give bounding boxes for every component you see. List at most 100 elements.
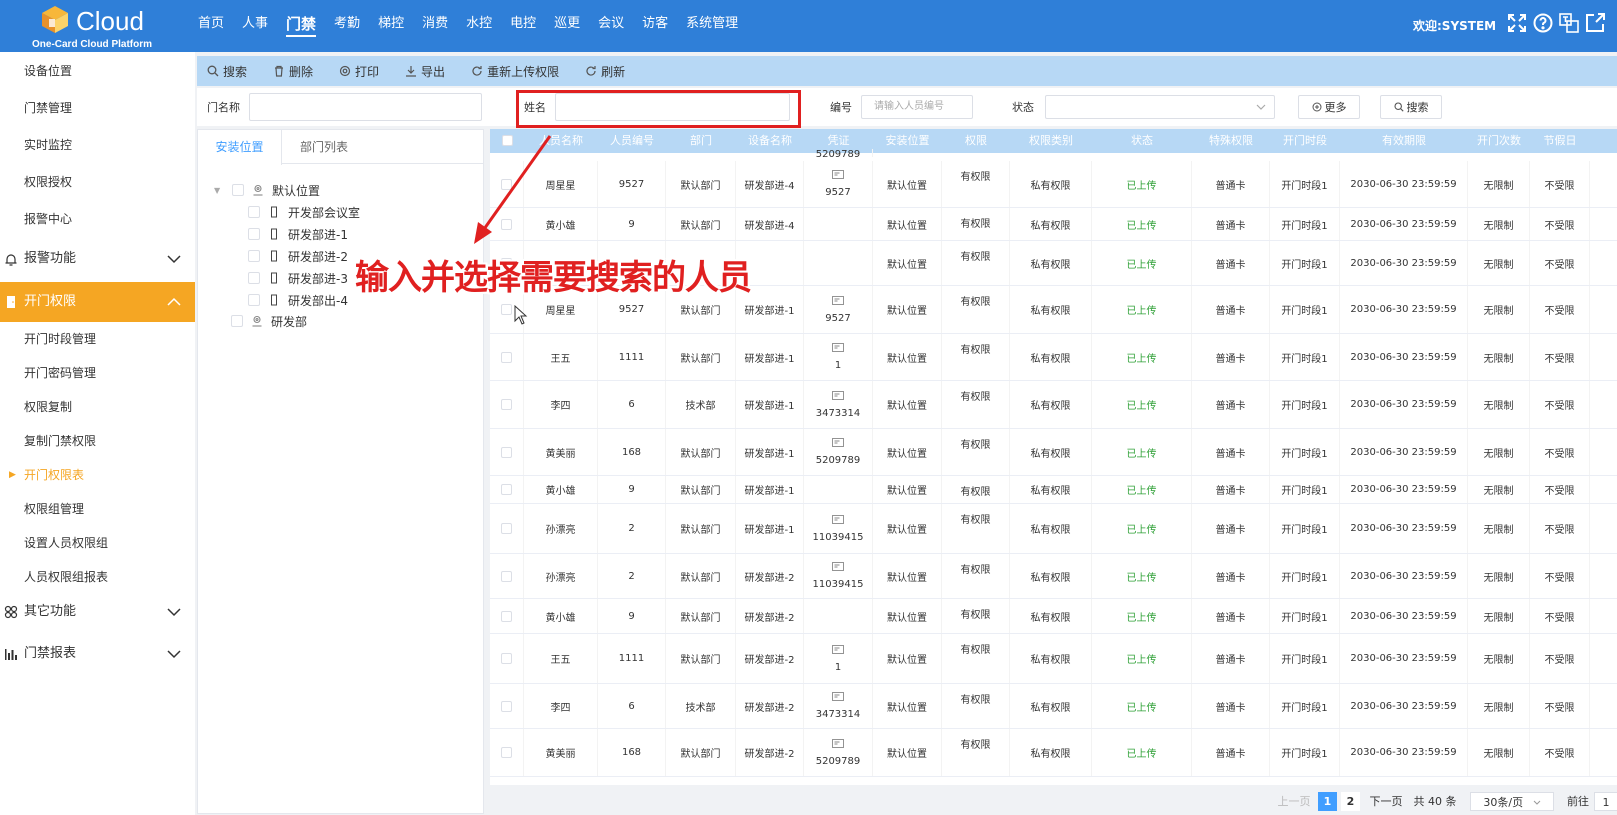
tree-checkbox[interactable] (248, 272, 260, 284)
nav-item-10[interactable]: 访客 (642, 0, 668, 48)
tab-install-location[interactable]: 安装位置 (198, 130, 282, 165)
sidebar-group-report[interactable]: 门禁报表 (0, 634, 195, 674)
sidebar-item-permission-group[interactable]: 权限组管理 (0, 492, 195, 526)
sidebar-group-door-permission[interactable]: 开门权限 (0, 282, 195, 322)
row-checkbox[interactable] (501, 484, 512, 495)
logo[interactable]: Cloud One-Card Cloud Platform (30, 4, 195, 50)
sidebar-item-door-management[interactable]: 门禁管理 (0, 91, 195, 125)
table-row[interactable]: 李四 6 技术部 研发部进-1 3473314 默认位置 有权限 私有权限 已上传 普通卡 开门时段… (490, 381, 1617, 429)
language-icon[interactable] (1558, 12, 1580, 34)
delete-button[interactable]: 删除 (273, 63, 313, 80)
tree-node-child[interactable]: 研发部进-1 (248, 224, 348, 244)
nav-item-4[interactable]: 梯控 (378, 0, 404, 48)
sidebar-item-person-group-report[interactable]: 人员权限组报表 (0, 560, 195, 594)
row-checkbox[interactable] (501, 218, 512, 230)
sidebar-item-realtime-monitor[interactable]: 实时监控 (0, 128, 195, 162)
row-checkbox[interactable] (501, 610, 512, 622)
door-name-input[interactable] (249, 93, 482, 121)
row-checkbox[interactable] (501, 747, 512, 758)
column-header[interactable]: 权限 (942, 129, 1010, 153)
row-checkbox[interactable] (501, 700, 512, 712)
nav-item-2[interactable]: 门禁 (286, 0, 317, 48)
tree-node-child[interactable]: 研发部进-3 (248, 268, 348, 288)
page-size-select[interactable]: 30条/页 (1470, 792, 1554, 811)
sidebar-item-open-period[interactable]: 开门时段管理 (0, 322, 195, 356)
tab-department-list[interactable]: 部门列表 (282, 130, 366, 164)
tree-node-root2[interactable]: 研发部 (231, 311, 307, 331)
column-header[interactable]: 设备名称 (736, 129, 804, 153)
nav-item-6[interactable]: 水控 (466, 0, 492, 48)
tree-node-root[interactable]: ▼ 默认位置 (214, 180, 320, 200)
tree-node-child[interactable]: 研发部出-4 (248, 290, 348, 310)
row-checkbox[interactable] (501, 304, 512, 315)
nav-item-0[interactable]: 首页 (198, 0, 224, 48)
page-1-button[interactable]: 1 (1318, 792, 1337, 811)
row-checkbox[interactable] (501, 446, 512, 458)
table-row[interactable]: 周星星 9527 默认部门 研发部进-4 9527 默认位置 有权限 私有权限 已上传 普通卡 开门… (490, 161, 1617, 208)
table-row[interactable]: 黄小雄 9 默认部门 研发部进-1 默认位置 有权限 私有权限 已上传 普通卡 开门时段1 2030… (490, 476, 1617, 504)
sidebar-item-open-password[interactable]: 开门密码管理 (0, 356, 195, 390)
sidebar-item-set-person-group[interactable]: 设置人员权限组 (0, 526, 195, 560)
table-row[interactable]: 孙漂亮 2 默认部门 研发部进-1 11039415 默认位置 有权限 私有权限 已上传 普通卡开… (490, 504, 1617, 554)
tree-checkbox[interactable] (248, 294, 260, 306)
tree-checkbox[interactable] (248, 250, 260, 262)
column-header[interactable]: 开门次数 (1468, 129, 1530, 153)
column-header[interactable]: 人员名称 (524, 129, 598, 153)
reupload-permission-button[interactable]: 重新上传权限 (471, 63, 559, 80)
column-header[interactable]: 节假日 (1530, 129, 1590, 153)
nav-item-7[interactable]: 电控 (510, 0, 536, 48)
row-checkbox[interactable] (501, 399, 512, 410)
table-row[interactable]: 孙漂亮 2 默认部门 研发部进-2 11039415 默认位置 有权限 私有权限 已上传 普通卡开… (490, 554, 1617, 599)
print-button[interactable]: 打印 (339, 63, 379, 80)
select-all-checkbox[interactable] (501, 134, 513, 146)
table-row[interactable]: 黄美丽 168 默认部门 研发部进-1 5209789 默认位置 有权限 私有权限 已上传 普通卡… (490, 429, 1617, 476)
column-header[interactable]: 开门时段 (1270, 129, 1340, 153)
column-header[interactable]: 有效期限 (1340, 129, 1468, 153)
column-header[interactable]: 权限类别 (1010, 129, 1092, 153)
tree-checkbox[interactable] (231, 315, 243, 327)
column-header[interactable]: 人员编号 (598, 129, 666, 153)
search-button[interactable]: 搜索 (207, 63, 247, 80)
tree-node-child[interactable]: 研发部进-2 (248, 246, 348, 266)
table-row[interactable]: 李四 6 技术部 研发部进-2 3473314 默认位置 有权限 私有权限 已上传 普通卡 开门时段… (490, 684, 1617, 729)
export-button[interactable]: 导出 (405, 63, 445, 80)
page-2-button[interactable]: 2 (1341, 792, 1360, 811)
more-button[interactable]: 更多 (1298, 95, 1360, 119)
row-checkbox[interactable] (501, 653, 512, 664)
table-row[interactable]: 黄小雄 9 默认部门 研发部进-4 默认位置 有权限 私有权限 已上传 普通卡 开门时段1 2030… (490, 208, 1617, 241)
sidebar-item-alarm-center[interactable]: 报警中心 (0, 202, 195, 236)
sidebar-item-permission-grant[interactable]: 权限授权 (0, 165, 195, 199)
nav-item-5[interactable]: 消费 (422, 0, 448, 48)
sidebar-item-open-permission-table[interactable]: 开门权限表 (0, 458, 195, 492)
status-select[interactable] (1045, 95, 1275, 119)
logout-icon[interactable] (1584, 12, 1606, 34)
row-checkbox[interactable] (501, 351, 512, 363)
tree-checkbox[interactable] (232, 184, 244, 196)
column-header[interactable]: 部门 (666, 129, 736, 153)
sidebar-item-copy-door-permission[interactable]: 复制门禁权限 (0, 424, 195, 458)
tree-node-child[interactable]: 开发部会议室 (248, 202, 360, 222)
refresh-button[interactable]: 刷新 (585, 63, 625, 80)
fullscreen-icon[interactable] (1506, 12, 1528, 34)
nav-item-1[interactable]: 人事 (242, 0, 268, 48)
tree-checkbox[interactable] (248, 206, 260, 218)
nav-item-9[interactable]: 会议 (598, 0, 624, 48)
table-row[interactable]: 黄小雄 9 默认部门 研发部进-2 默认位置 有权限 私有权限 已上传 普通卡 开门时段1 2030… (490, 599, 1617, 634)
tree-checkbox[interactable] (248, 228, 260, 240)
sidebar-item-device-location[interactable]: 设备位置 (0, 54, 195, 88)
sidebar-group-other[interactable]: 其它功能 (0, 592, 195, 632)
column-header[interactable]: 安装位置 (873, 129, 942, 153)
row-checkbox[interactable] (501, 523, 512, 534)
row-checkbox[interactable] (501, 570, 512, 582)
nav-item-8[interactable]: 巡更 (554, 0, 580, 48)
goto-input[interactable]: 1 (1594, 792, 1617, 811)
row-checkbox[interactable] (501, 178, 512, 190)
sidebar-group-alarm[interactable]: 报警功能 (0, 239, 195, 279)
nav-item-11[interactable]: 系统管理 (686, 0, 738, 48)
filter-search-button[interactable]: 搜索 (1380, 95, 1442, 119)
code-input[interactable]: 请输入人员编号 (861, 95, 973, 119)
next-page-button[interactable]: 下一页 (1366, 792, 1406, 811)
prev-page-button[interactable]: 上一页 (1274, 792, 1314, 811)
caret-down-icon[interactable]: ▼ (214, 186, 220, 195)
column-header[interactable]: 状态 (1092, 129, 1192, 153)
